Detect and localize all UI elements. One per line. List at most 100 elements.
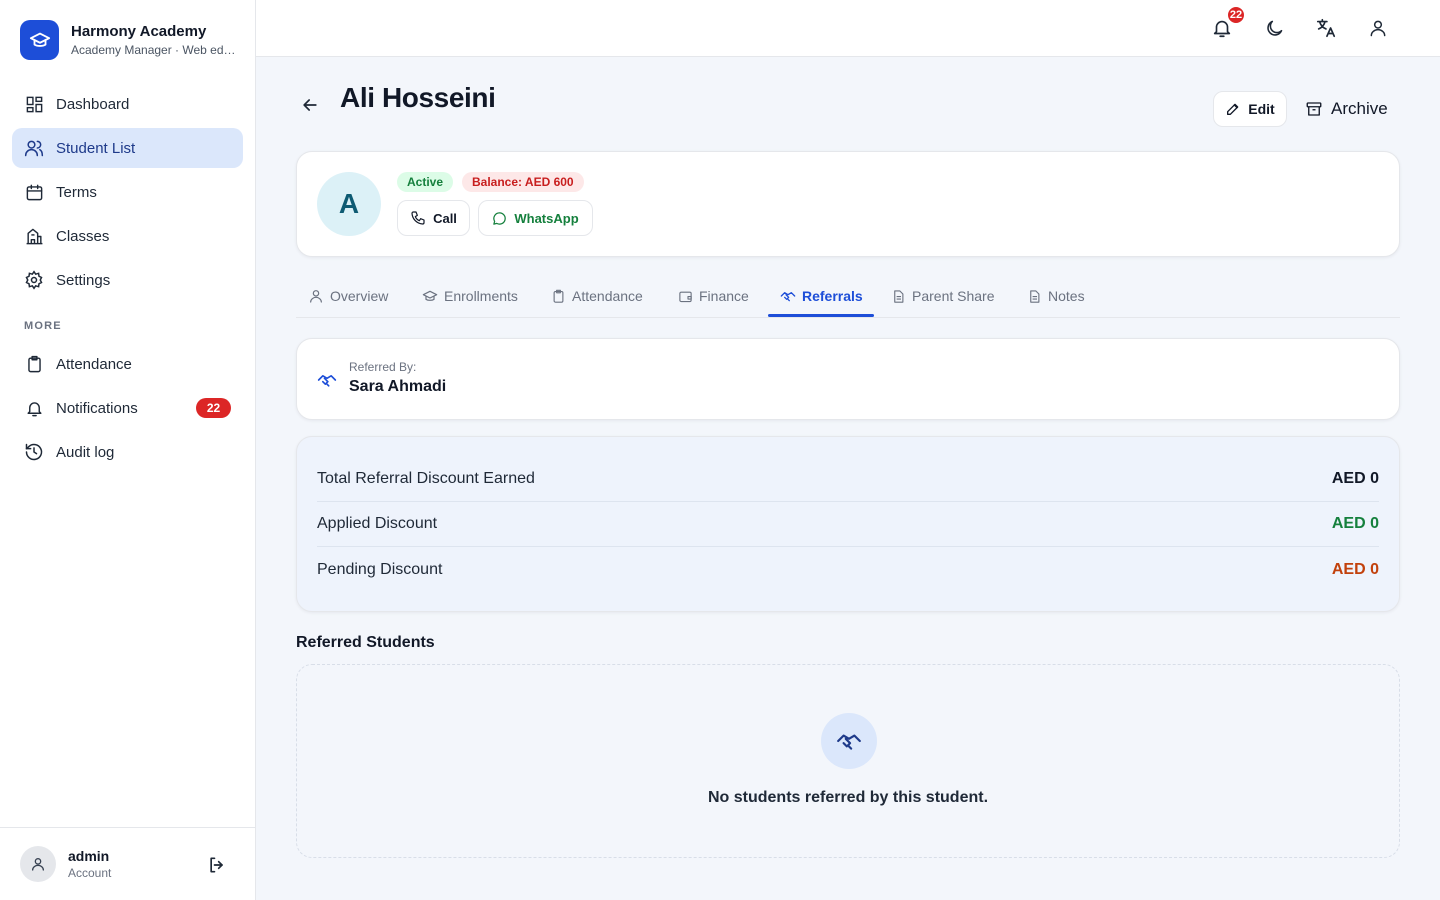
logout-icon[interactable] (206, 854, 228, 876)
sidebar-item-attendance[interactable]: Attendance (12, 344, 243, 384)
status-badge: Active (397, 172, 454, 192)
graduation-cap-icon (422, 290, 438, 301)
referred-students-title: Referred Students (296, 634, 435, 651)
sidebar-item-label: Audit log (56, 443, 115, 461)
notification-badge: 22 (1226, 5, 1246, 25)
brand-subtitle: Academy Manager · Web editor (71, 43, 236, 57)
sidebar-item-label: Dashboard (56, 95, 130, 113)
tab-finance[interactable]: Finance (678, 274, 749, 318)
sidebar: Harmony Academy Academy Manager · Web ed… (0, 0, 256, 900)
referred-by-label: Referred By: (349, 360, 417, 374)
sidebar-item-label: Attendance (56, 355, 132, 373)
sidebar-item-classes[interactable]: Classes (12, 216, 243, 256)
summary-value: AED 0 (1331, 515, 1379, 532)
summary-value: AED 0 (1331, 470, 1379, 487)
tab-label: Overview (330, 288, 389, 304)
edit-label: Edit (1248, 101, 1275, 117)
summary-label: Total Referral Discount Earned (317, 470, 535, 487)
summary-label: Applied Discount (317, 515, 438, 532)
moon-icon[interactable] (1262, 16, 1286, 40)
tab-overview[interactable]: Overview (308, 274, 388, 318)
sidebar-item-notifications[interactable]: Notifications 22 (12, 388, 243, 428)
sidebar-item-label: Student List (56, 139, 136, 157)
tab-referrals[interactable]: Referrals (780, 274, 863, 318)
avatar[interactable] (20, 846, 56, 882)
summary-label: Pending Discount (317, 560, 443, 578)
summary-row-applied: Applied Discount AED 0 (317, 502, 1379, 547)
pencil-icon (1227, 103, 1239, 115)
archive-button[interactable]: Archive (1305, 91, 1388, 127)
building-icon (24, 226, 44, 246)
active-tab-indicator (768, 314, 874, 317)
tab-label: Enrollments (444, 288, 518, 304)
notifications-count-badge: 22 (196, 398, 231, 418)
dashboard-icon (24, 94, 44, 114)
referred-by-card: Referred By: Sara Ahmadi (296, 338, 1400, 420)
student-profile-card: A Active Balance: AED 600 Call WhatsApp (296, 151, 1400, 257)
sidebar-item-label: Settings (56, 271, 111, 289)
brand-title: Harmony Academy (71, 23, 207, 40)
summary-row-total: Total Referral Discount Earned AED 0 (317, 457, 1379, 502)
sidebar-section-more: MORE (24, 320, 62, 332)
sidebar-item-audit-log[interactable]: Audit log (12, 432, 243, 472)
avatar: A (317, 172, 381, 236)
sidebar-nav: Dashboard Student List Terms Classes Set… (12, 84, 243, 476)
page-title: Ali Hosseini (340, 82, 496, 113)
whatsapp-label: WhatsApp (514, 210, 579, 226)
phone-icon (411, 211, 425, 225)
back-arrow-icon[interactable] (298, 93, 322, 117)
student-tabs: Overview Enrollments Attendance Finance … (296, 274, 1400, 318)
account-panel: admin Account (0, 827, 255, 900)
sidebar-item-terms[interactable]: Terms (12, 172, 243, 212)
sidebar-item-label: Terms (56, 183, 97, 201)
empty-state-message: No students referred by this student. (707, 789, 989, 806)
graduation-cap-icon (20, 20, 59, 60)
tab-label: Notes (1048, 288, 1085, 304)
handshake-icon (780, 292, 796, 302)
summary-value: AED 0 (1331, 560, 1379, 578)
call-label: Call (433, 210, 457, 226)
account-role: Account (68, 866, 112, 880)
referred-students-empty-state: No students referred by this student. (296, 664, 1400, 858)
tab-label: Finance (699, 288, 749, 304)
translate-icon[interactable] (1314, 16, 1338, 40)
sidebar-item-settings[interactable]: Settings (12, 260, 243, 300)
bell-icon (24, 398, 44, 418)
edit-button[interactable]: Edit (1213, 91, 1287, 127)
summary-row-pending: Pending Discount AED 0 (317, 547, 1379, 592)
handshake-icon (821, 713, 877, 769)
user-icon[interactable] (1366, 16, 1390, 40)
sidebar-item-student-list[interactable]: Student List (12, 128, 243, 168)
tab-notes[interactable]: Notes (1027, 274, 1085, 318)
sidebar-item-label: Notifications (56, 399, 138, 417)
document-icon (1030, 289, 1040, 303)
whatsapp-button[interactable]: WhatsApp (478, 200, 593, 236)
archive-label: Archive (1331, 99, 1388, 118)
user-icon (310, 290, 322, 303)
sidebar-item-dashboard[interactable]: Dashboard (12, 84, 243, 124)
clipboard-icon (24, 354, 44, 374)
history-icon (24, 442, 44, 462)
archive-icon (1306, 102, 1322, 116)
referral-discount-summary: Total Referral Discount Earned AED 0 App… (296, 436, 1400, 612)
gear-icon (24, 270, 44, 290)
chat-bubble-icon (493, 211, 507, 225)
wallet-icon (679, 291, 692, 302)
tab-label: Attendance (572, 288, 643, 304)
account-name: admin (68, 848, 110, 864)
call-button[interactable]: Call (397, 200, 470, 236)
handshake-icon (317, 375, 337, 387)
clipboard-icon (553, 289, 564, 303)
sidebar-item-label: Classes (56, 227, 110, 245)
users-icon (24, 138, 44, 158)
document-icon (894, 289, 904, 303)
balance-badge: Balance: AED 600 (462, 172, 584, 192)
tab-attendance[interactable]: Attendance (551, 274, 643, 318)
tab-enrollments[interactable]: Enrollments (422, 274, 518, 318)
tab-parent-share[interactable]: Parent Share (891, 274, 995, 318)
brand[interactable]: Harmony Academy Academy Manager · Web ed… (20, 20, 236, 60)
calendar-icon (24, 182, 44, 202)
tab-label: Parent Share (912, 288, 995, 304)
tab-label: Referrals (802, 288, 863, 304)
referrer-name[interactable]: Sara Ahmadi (349, 378, 446, 396)
